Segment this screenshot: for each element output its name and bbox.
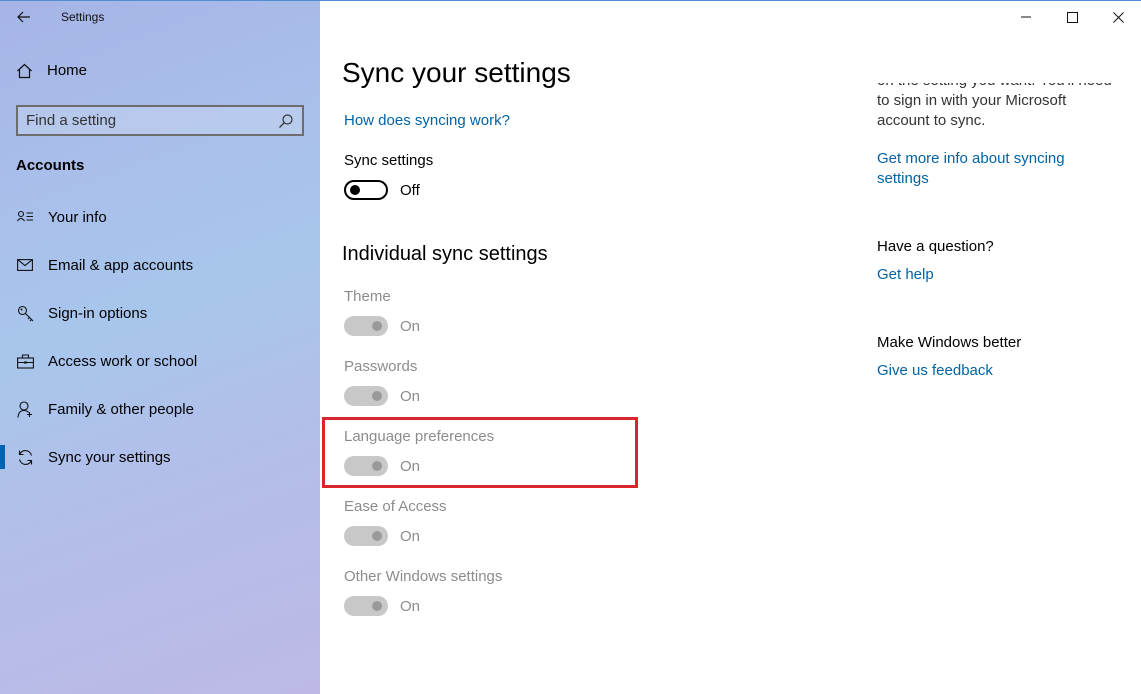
key-icon (16, 304, 34, 322)
sidebar-item-sync[interactable]: Sync your settings (0, 433, 320, 481)
description-line: to sign in with your Microsoft (877, 92, 1067, 109)
sync-icon (16, 448, 34, 466)
toggle-state: On (400, 387, 421, 405)
person-card-icon (16, 208, 34, 226)
toggle-state: Off (400, 181, 420, 199)
sidebar-item-label: Access work or school (48, 352, 198, 370)
more-info-link-line: settings (877, 170, 929, 187)
maximize-icon (1066, 11, 1078, 23)
how-syncing-works-link[interactable]: How does syncing work? (344, 112, 510, 129)
toggle-knob (372, 391, 382, 401)
accounts-section-title: Accounts (16, 157, 85, 174)
search-input[interactable] (26, 112, 278, 129)
sync-settings-toggle-row: Off (344, 180, 420, 200)
sidebar-item-label: Your info (48, 208, 107, 226)
other-windows-settings-label: Other Windows settings (344, 568, 503, 585)
have-question-title: Have a question? (877, 238, 994, 255)
sidebar-item-your-info[interactable]: Your info (0, 193, 320, 241)
passwords-toggle-row: On (344, 386, 420, 406)
get-help-link[interactable]: Get help (877, 265, 934, 285)
passwords-label: Passwords (344, 358, 418, 375)
sync-description: on the setting you want. You'll need to … (877, 83, 1127, 145)
description-line: on the setting you want. You'll need (877, 83, 1127, 91)
sidebar-nav: Your info Email & app accounts Sign-in o… (0, 193, 320, 481)
person-add-icon (16, 400, 34, 418)
search-box[interactable] (16, 105, 304, 136)
close-icon (1112, 11, 1124, 23)
main-content: Sync your settings How does syncing work… (320, 0, 1141, 694)
more-info-link[interactable]: Get more info about syncing settings (877, 149, 1127, 189)
theme-label: Theme (344, 288, 391, 305)
page-title: Sync your settings (342, 57, 571, 88)
sidebar-item-label: Sign-in options (48, 304, 148, 322)
sidebar-item-label: Family & other people (48, 400, 194, 418)
toggle-state: On (400, 527, 421, 545)
minimize-button[interactable] (1003, 1, 1049, 33)
toggle-knob (372, 601, 382, 611)
briefcase-icon (16, 352, 34, 370)
theme-toggle[interactable] (344, 316, 388, 336)
toggle-knob (350, 185, 360, 195)
description-line: account to sync. (877, 112, 986, 129)
highlight-box (322, 417, 638, 488)
sync-settings-toggle[interactable] (344, 180, 388, 200)
close-button[interactable] (1095, 1, 1141, 33)
home-nav-item[interactable]: Home (16, 62, 87, 79)
app-title: Settings (61, 10, 105, 24)
theme-toggle-row: On (344, 316, 420, 336)
make-windows-better-title: Make Windows better (877, 334, 1022, 351)
toggle-state: On (400, 317, 421, 335)
ease-of-access-toggle-row: On (344, 526, 420, 546)
minimize-icon (1021, 16, 1031, 18)
other-windows-settings-toggle-row: On (344, 596, 420, 616)
other-windows-settings-toggle[interactable] (344, 596, 388, 616)
sidebar-item-work-school[interactable]: Access work or school (0, 337, 320, 385)
sidebar: Settings Home Accounts Your info Email &… (0, 0, 320, 694)
more-info-link-line: Get more info about syncing (877, 150, 1065, 167)
maximize-button[interactable] (1049, 1, 1095, 33)
back-button[interactable] (12, 7, 36, 27)
home-label: Home (47, 62, 88, 79)
passwords-toggle[interactable] (344, 386, 388, 406)
sidebar-item-family[interactable]: Family & other people (0, 385, 320, 433)
ease-of-access-toggle[interactable] (344, 526, 388, 546)
mail-icon (16, 256, 34, 274)
search-icon[interactable] (278, 113, 294, 129)
home-icon (17, 63, 32, 78)
give-feedback-link[interactable]: Give us feedback (877, 361, 993, 381)
toggle-state: On (400, 597, 421, 615)
sidebar-item-label: Sync your settings (48, 448, 171, 466)
individual-sync-heading: Individual sync settings (342, 243, 548, 265)
toggle-knob (372, 321, 382, 331)
sidebar-item-email[interactable]: Email & app accounts (0, 241, 320, 289)
sidebar-item-sign-in[interactable]: Sign-in options (0, 289, 320, 337)
ease-of-access-label: Ease of Access (344, 498, 447, 515)
toggle-knob (372, 531, 382, 541)
sidebar-item-label: Email & app accounts (48, 256, 194, 274)
back-arrow-icon (17, 11, 30, 23)
sync-settings-label: Sync settings (344, 152, 434, 169)
